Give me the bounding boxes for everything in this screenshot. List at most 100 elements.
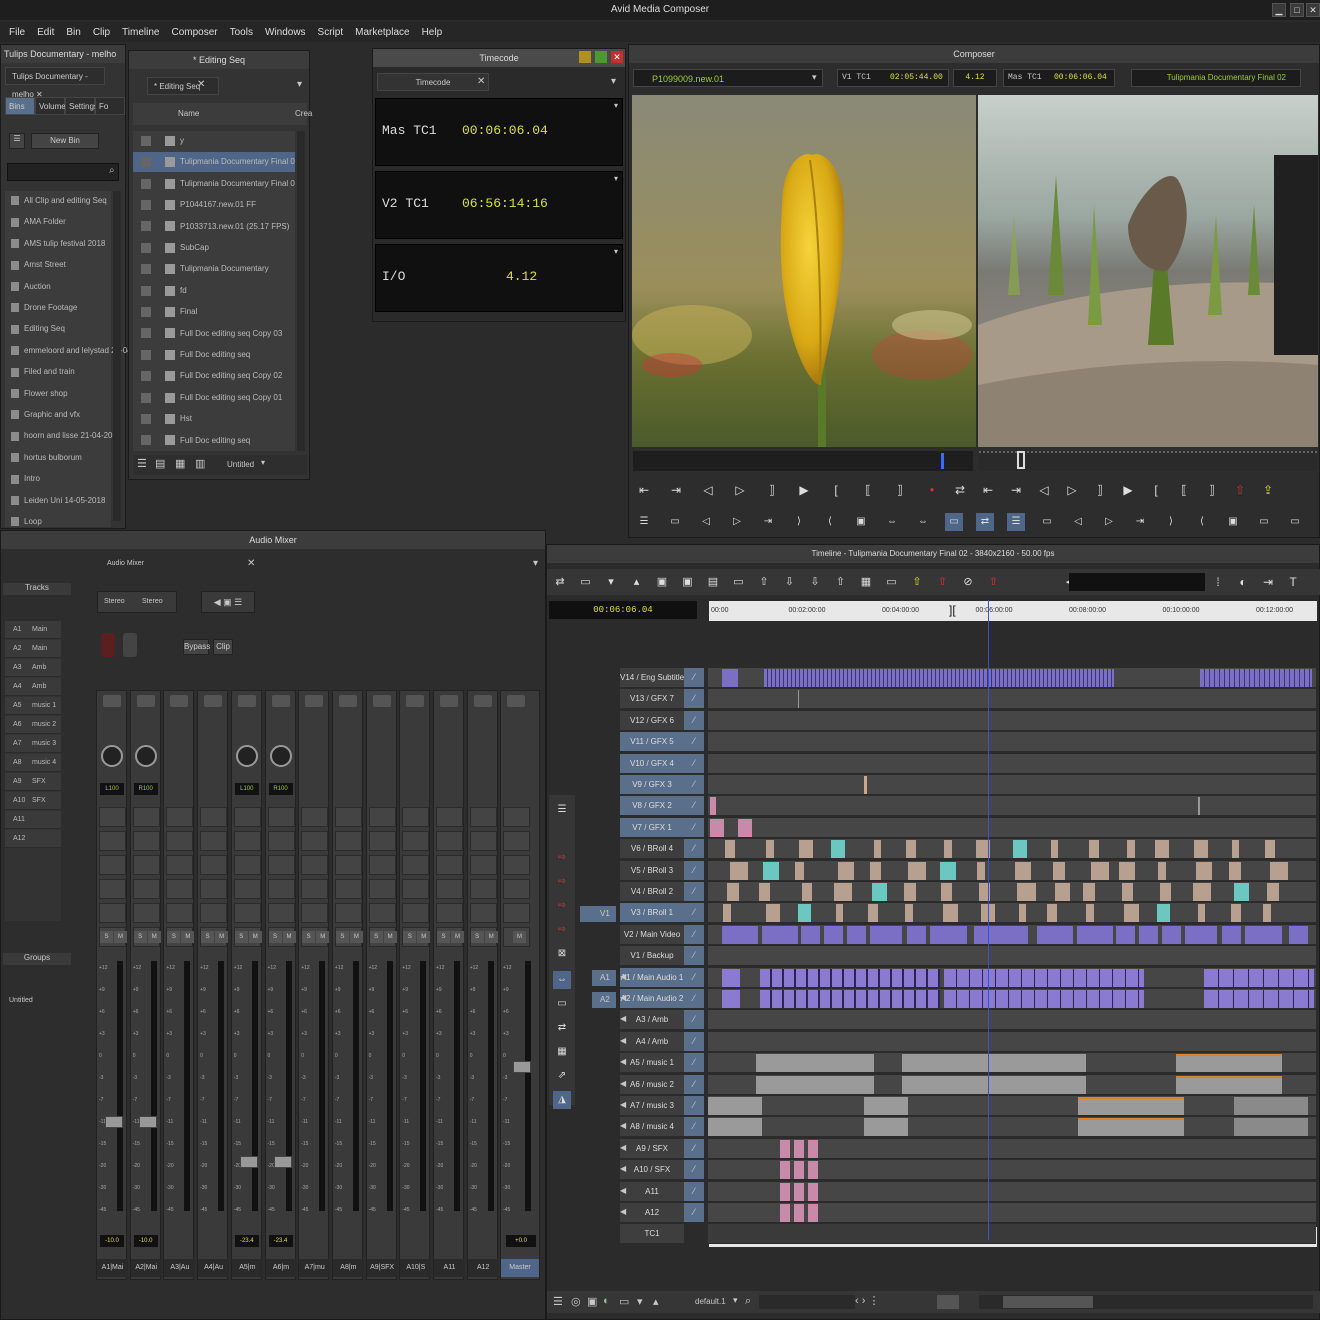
source-position-indicator[interactable] bbox=[941, 453, 944, 469]
mixer-mode-buttons[interactable]: ◀ ▣ ☰ bbox=[201, 591, 255, 613]
insert-slot[interactable] bbox=[233, 831, 261, 851]
video-clip[interactable] bbox=[778, 925, 798, 944]
timeline-track-label[interactable]: V13 / GFX 7 bbox=[620, 689, 684, 709]
mixer-channel-strip[interactable]: M +12 +9 +6 +3 0 -3 -7 -11 -15 -20 -30 -45 +0.0 Master bbox=[500, 690, 540, 1280]
track-lock-icon[interactable]: ⁄ bbox=[684, 1053, 704, 1073]
maximize-icon[interactable]: □ bbox=[1290, 3, 1304, 17]
bin-item[interactable]: Drone Footage bbox=[11, 298, 77, 318]
video-clip[interactable] bbox=[1013, 840, 1027, 859]
color-correction-icon[interactable]: ◐ bbox=[603, 1295, 610, 1307]
marker-icon[interactable]: ▾ bbox=[637, 1295, 643, 1308]
source-track-a1[interactable]: A1 bbox=[592, 970, 616, 986]
video-clip[interactable] bbox=[869, 861, 882, 880]
video-clip[interactable] bbox=[1222, 925, 1242, 944]
sfx-clip[interactable] bbox=[808, 1139, 818, 1158]
groups-item[interactable]: Untitled bbox=[9, 997, 33, 1004]
mute-button[interactable]: M bbox=[316, 931, 330, 943]
menu-composer[interactable]: Composer bbox=[166, 27, 222, 38]
mute-button[interactable]: M bbox=[215, 931, 229, 943]
checkbox-icon[interactable] bbox=[141, 157, 151, 168]
close-icon[interactable]: ✕ bbox=[1306, 3, 1320, 17]
music-clip[interactable] bbox=[1078, 1118, 1184, 1137]
track-lock-icon[interactable]: ⁄ bbox=[684, 732, 704, 752]
timeline-track-label[interactable]: V7 / GFX 1 bbox=[620, 817, 684, 837]
tool-button[interactable]: ▷ bbox=[728, 513, 746, 531]
playhead-marker-icon[interactable]: ][ bbox=[949, 603, 956, 617]
video-clip[interactable] bbox=[1158, 861, 1167, 880]
timeline-track[interactable] bbox=[708, 1053, 1316, 1074]
insert-slot[interactable] bbox=[436, 807, 463, 827]
tool-button[interactable]: ▭ bbox=[1038, 513, 1056, 531]
insert-slot[interactable] bbox=[267, 879, 295, 899]
volume-fader[interactable] bbox=[138, 1116, 157, 1128]
record-monitor[interactable] bbox=[978, 95, 1318, 447]
tool-button[interactable]: ▭ bbox=[666, 513, 684, 531]
insert-slot[interactable] bbox=[368, 903, 396, 923]
music-clip[interactable] bbox=[864, 1097, 908, 1115]
insert-slot[interactable] bbox=[166, 903, 194, 923]
mixer-channel-strip[interactable]: L100 S M +12 +9 +6 +3 0 -3 -7 -11 -15 -20 -30 -45 -23.4… bbox=[230, 690, 263, 1280]
tool-button[interactable]: ⇄ bbox=[976, 513, 994, 531]
track-lock-icon[interactable]: ⁄ bbox=[684, 1138, 704, 1158]
timeline-tool-button[interactable]: ▭ bbox=[730, 573, 748, 591]
insert-slot[interactable] bbox=[402, 831, 430, 851]
insert-slot[interactable] bbox=[402, 879, 430, 899]
video-clip[interactable] bbox=[765, 904, 780, 923]
checkbox-icon[interactable] bbox=[141, 392, 151, 403]
bin-item[interactable]: hoorn and lisse 21-04-2018 bbox=[11, 426, 121, 446]
speaker-icon[interactable]: ◀ bbox=[620, 993, 626, 1002]
video-clip[interactable] bbox=[1015, 861, 1032, 880]
video-clip[interactable] bbox=[1232, 840, 1240, 859]
video-clip[interactable] bbox=[1017, 883, 1036, 901]
audio-clip[interactable] bbox=[722, 968, 740, 987]
mixer-track-row[interactable]: A7 music 3 bbox=[5, 735, 61, 753]
subtitle-clip[interactable] bbox=[722, 669, 738, 687]
audio-clip[interactable] bbox=[760, 990, 940, 1008]
source-transport-button[interactable]: ● bbox=[923, 481, 941, 499]
insert-slot[interactable] bbox=[132, 855, 160, 875]
timeline-search-input[interactable] bbox=[759, 1295, 855, 1309]
solo-button[interactable]: S bbox=[369, 931, 383, 943]
insert-slot[interactable] bbox=[233, 855, 261, 875]
record-icon[interactable] bbox=[101, 633, 115, 657]
channel-output-icon[interactable] bbox=[338, 695, 357, 707]
mixer-channel-strip[interactable]: S M +12 +9 +6 +3 0 -3 -7 -11 -15 -20 -30 -45 A4|Au bbox=[197, 690, 230, 1280]
timeline-setting[interactable]: default.1 bbox=[695, 1297, 726, 1306]
timeline-tool-button[interactable]: ▤ bbox=[704, 573, 722, 591]
menu-help[interactable]: Help bbox=[417, 27, 448, 38]
script-view-icon[interactable]: ▥ bbox=[195, 457, 205, 470]
video-clip[interactable] bbox=[1051, 840, 1059, 859]
channel-output-icon[interactable] bbox=[237, 695, 256, 707]
side-tool-button[interactable]: ☰ bbox=[553, 801, 571, 819]
solo-button[interactable]: S bbox=[470, 931, 484, 943]
timeline-track-label[interactable]: A8 / music 4 bbox=[620, 1117, 684, 1137]
checkbox-icon[interactable] bbox=[141, 435, 151, 446]
video-clip[interactable] bbox=[930, 925, 950, 944]
timeline-track-label[interactable]: A4 / Amb bbox=[620, 1031, 684, 1051]
mute-button[interactable]: M bbox=[282, 931, 296, 943]
video-clip[interactable] bbox=[801, 925, 821, 944]
mixer-menu-icon[interactable]: ▾ bbox=[533, 558, 538, 569]
track-lock-icon[interactable]: ⁄ bbox=[684, 775, 704, 794]
record-sequence-menu[interactable]: Tulipmania Documentary Final 02 bbox=[1131, 69, 1301, 87]
menu-script[interactable]: Script bbox=[313, 27, 349, 38]
mute-button[interactable]: M bbox=[181, 931, 195, 943]
video-clip[interactable] bbox=[795, 861, 804, 880]
search-icon[interactable]: ⌕ bbox=[745, 1295, 751, 1308]
sfx-clip[interactable] bbox=[780, 1139, 790, 1158]
volume-fader[interactable] bbox=[239, 1156, 258, 1168]
side-tool-button[interactable]: ⇨ bbox=[553, 921, 571, 939]
timecode-tab[interactable]: Timecode bbox=[377, 73, 489, 91]
tool-button[interactable]: ◁ bbox=[1069, 513, 1087, 531]
insert-slot[interactable] bbox=[99, 903, 126, 923]
solo-button[interactable]: S bbox=[100, 931, 113, 943]
mute-button[interactable]: M bbox=[349, 931, 363, 943]
checkbox-icon[interactable] bbox=[141, 328, 151, 339]
mixer-channel-strip[interactable]: S M +12 +9 +6 +3 0 -3 -7 -11 -15 -20 -30 -45 A9|SFX bbox=[365, 690, 398, 1280]
bin-item[interactable]: Graphic and vfx bbox=[11, 405, 80, 425]
track-lock-icon[interactable]: ⁄ bbox=[684, 668, 704, 687]
bin-item[interactable]: Flower shop bbox=[11, 384, 68, 404]
insert-slot[interactable] bbox=[166, 855, 194, 875]
source-position-bar[interactable] bbox=[633, 451, 973, 471]
tool-button[interactable]: ▭ bbox=[1255, 513, 1273, 531]
